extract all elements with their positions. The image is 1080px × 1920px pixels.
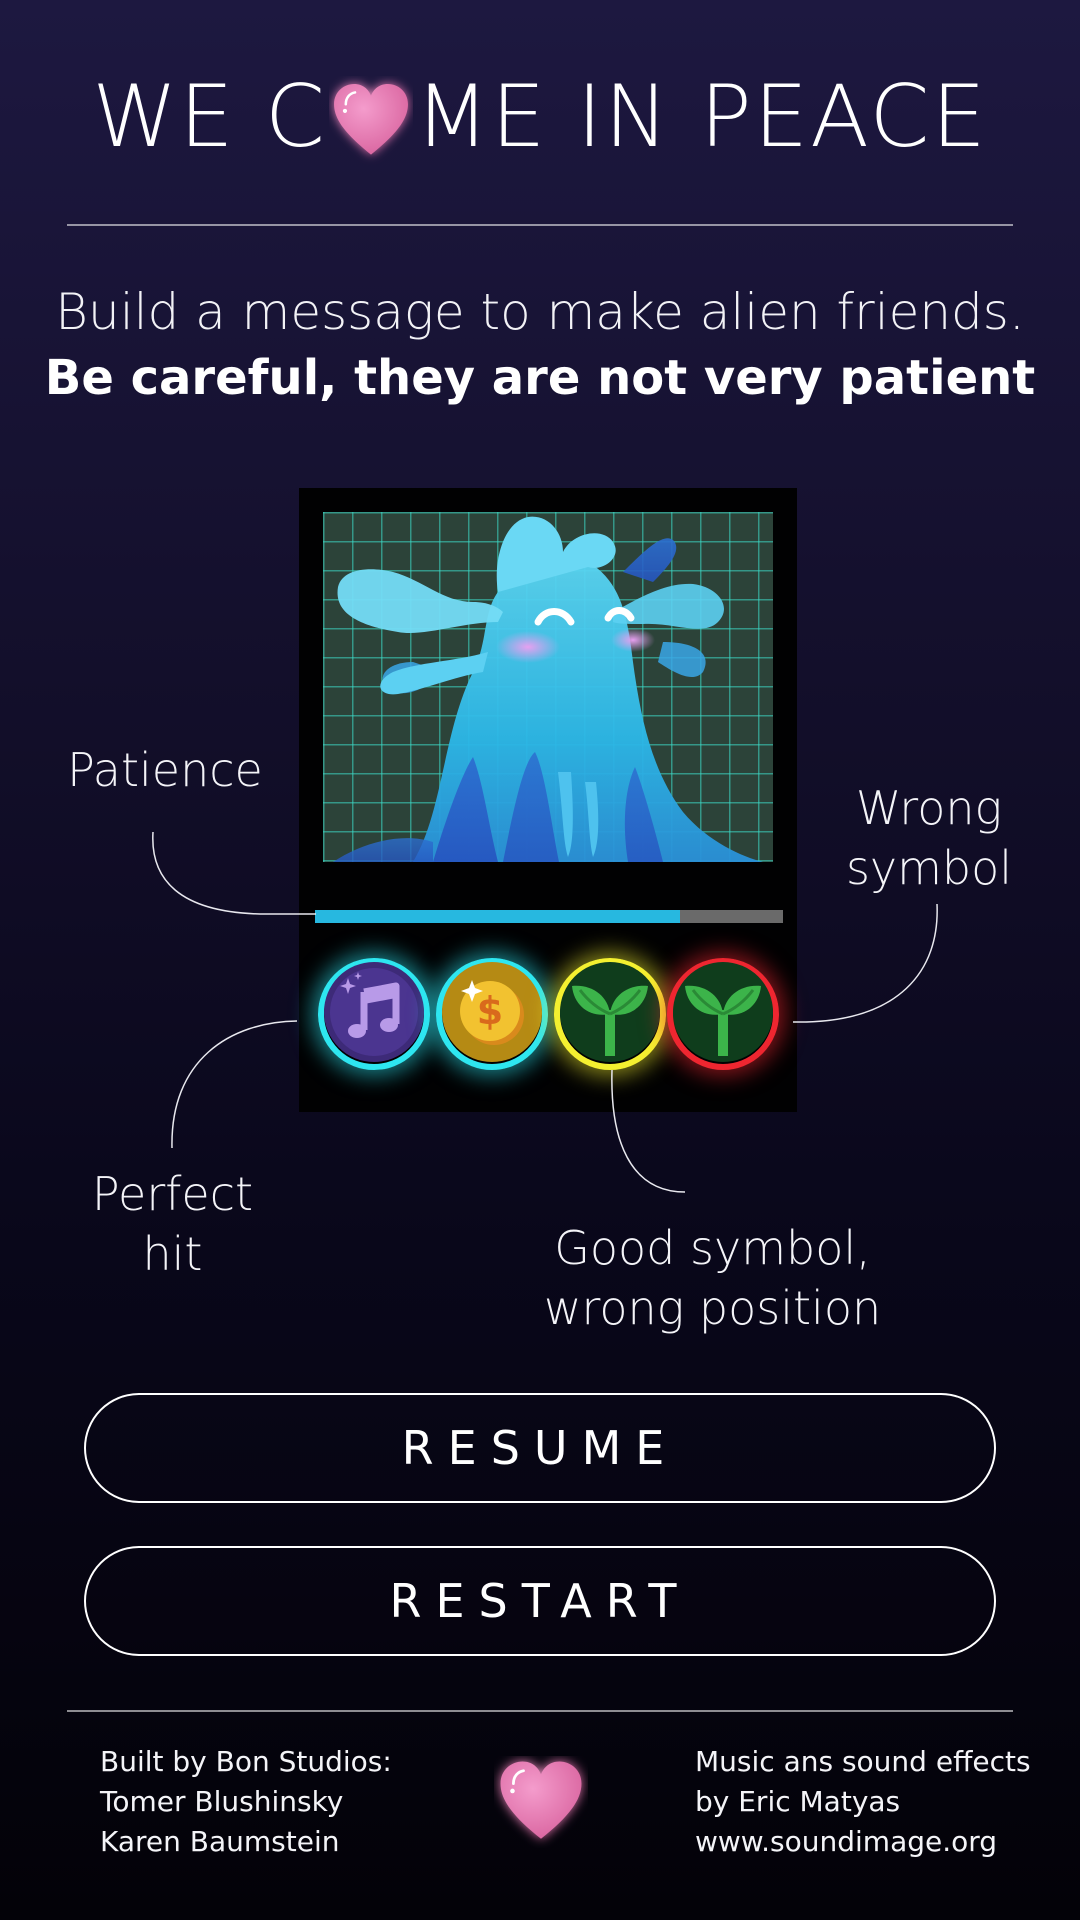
label-perfect-hit: Perfect hit (80, 1164, 265, 1284)
label-wrong-symbol: Wrong symbol (835, 778, 1023, 898)
credit-line: by Eric Matyas (695, 1785, 901, 1818)
label-good-symbol: Good symbol, wrong position (530, 1218, 895, 1338)
label-good-line1: Good symbol, (554, 1221, 871, 1275)
label-perfect-line1: Perfect (91, 1167, 254, 1221)
music-credits: Music ans sound effects by Eric Matyas w… (695, 1742, 1070, 1862)
restart-button[interactable]: RESTART (84, 1546, 996, 1656)
label-wrong-line1: Wrong (855, 781, 1003, 835)
credit-line: Built by Bon Studios: (100, 1745, 392, 1778)
credit-link[interactable]: www.soundimage.org (695, 1822, 1070, 1862)
label-patience: Patience (60, 740, 270, 800)
heart-icon (494, 1756, 588, 1848)
resume-button-label: RESUME (401, 1421, 679, 1475)
credit-line: Karen Baumstein (100, 1825, 340, 1858)
restart-button-label: RESTART (389, 1574, 691, 1628)
resume-button[interactable]: RESUME (84, 1393, 996, 1503)
label-good-line2: wrong position (543, 1281, 882, 1335)
label-perfect-line2: hit (142, 1227, 203, 1281)
studio-credits: Built by Bon Studios: Tomer Blushinsky K… (100, 1742, 460, 1862)
label-patience-text: Patience (67, 743, 263, 797)
credit-line: Music ans sound effects (695, 1745, 1031, 1778)
footer-divider (67, 1710, 1013, 1712)
label-wrong-line2: symbol (845, 841, 1013, 895)
credit-line: Tomer Blushinsky (100, 1785, 344, 1818)
